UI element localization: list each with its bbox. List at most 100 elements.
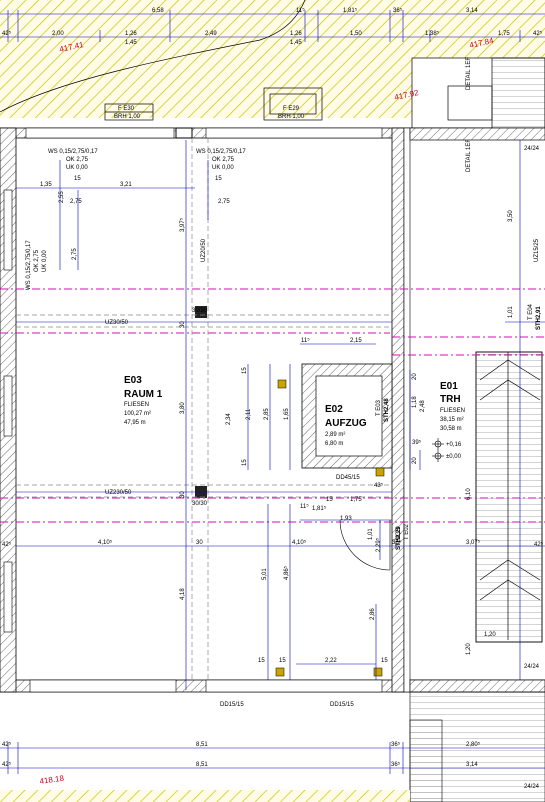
dim-2295: 2,29⁵	[375, 537, 382, 552]
dim-3030b: 30/30	[192, 501, 208, 507]
dim-1815: 1,81⁵	[312, 505, 327, 512]
raum1-area: 100,27 m²	[124, 411, 151, 417]
dim-top-200: 2,00	[52, 31, 64, 37]
dim-410a: 4,10⁵	[98, 539, 113, 546]
dim-30c: 30	[196, 540, 203, 546]
dim-15a: 15	[74, 176, 81, 182]
interior-dimensions	[0, 140, 545, 774]
dim-15b: 15	[215, 176, 222, 182]
dim-610: 6,10	[466, 488, 472, 500]
dim-top-145b: 1,45	[290, 40, 302, 46]
uk-c: UK 0,00	[42, 250, 48, 272]
bdim-2805: 2,80⁵	[466, 741, 481, 748]
ok-c: OK 2,75	[34, 249, 40, 272]
bdim-365a: 36⁵	[391, 741, 401, 748]
beam-uz230: UZ230/50	[105, 490, 132, 496]
dim-top-249: 2,49	[205, 31, 217, 37]
tag-te02: T E02	[404, 523, 410, 540]
raum1-name: RAUM 1	[124, 389, 163, 400]
dim-30a: 30	[180, 321, 186, 328]
dim-120b: 1,20	[484, 632, 496, 638]
dim-top-126b: 1,26	[290, 31, 302, 37]
dim-4865: 4,86⁵	[283, 565, 290, 580]
tag-vgs: VGS	[396, 527, 402, 540]
dim-165: 1,65	[284, 408, 290, 420]
dim-top-126a: 1,26	[125, 31, 137, 37]
dim-321: 3,21	[120, 182, 132, 188]
dim-425a: 42⁵	[2, 541, 12, 548]
aufzug-code: E02	[325, 404, 343, 415]
uk-a: UK 0,00	[66, 165, 88, 171]
dim-15h: 15	[381, 658, 388, 664]
trh-perimeter: 30,58 m	[440, 426, 462, 432]
bdim-425b: 42⁵	[2, 761, 12, 768]
dim-135: 1,35	[40, 182, 52, 188]
ok-b: OK 2,75	[212, 157, 235, 163]
trh-name: TRH	[440, 394, 461, 405]
dd15-b: DD15/15	[330, 702, 354, 708]
dim-15g: 15	[279, 658, 286, 664]
detail-label-1: DETAIL 1EF	[466, 57, 472, 90]
raum1-code: E03	[124, 375, 142, 386]
dim-top-365: 36⁵	[393, 7, 403, 14]
dim-234: 2,34	[226, 413, 232, 425]
tag-te04: T E04	[528, 303, 534, 320]
trh-code: E01	[440, 381, 458, 392]
magenta-lines	[0, 288, 545, 523]
door-swing	[339, 519, 391, 571]
ok-a: OK 2,75	[66, 157, 89, 163]
bdim-851a: 8,51	[196, 742, 208, 748]
dim-24c: 24/24	[524, 784, 540, 790]
dim-222: 2,22	[325, 658, 337, 664]
dim-30b: 30	[180, 491, 186, 498]
dim-350: 3,50	[508, 210, 514, 222]
aufzug-area: 2,89 m²	[325, 432, 345, 438]
trh-structure	[409, 127, 545, 693]
ws-a: WS 0,15/2,75/0,17	[48, 149, 98, 155]
ws-c: WS 0,15/2,75/0,17	[26, 240, 32, 290]
trh-area: 38,15 m²	[440, 417, 464, 423]
dim-15d: 15	[242, 459, 248, 466]
ws-b: WS 0,15/2,75/0,17	[196, 149, 246, 155]
trh-floor: FLIESEN	[440, 408, 465, 414]
dim-top-175: 1,75	[498, 31, 510, 37]
dim-120a: 1,20	[466, 643, 472, 655]
dim-top-1385: 1,38⁵	[425, 30, 440, 37]
dim-275a: 2,75	[70, 199, 82, 205]
window-e29-label: F E29	[283, 106, 300, 112]
dim-285: 2,85	[264, 408, 270, 420]
dim-255: 2,55	[59, 191, 65, 203]
dim-215: 2,15	[350, 338, 362, 344]
dim-24a: 24/24	[524, 146, 540, 152]
dim-top-115: 11⁵	[296, 7, 305, 14]
dim-397: 3,97⁵	[179, 217, 186, 232]
level-41818: 418.18	[39, 774, 65, 786]
level-016: +0,16	[446, 442, 462, 448]
window-e29-brh: BRH 1,00	[278, 114, 305, 120]
dim-11b: 11⁵	[300, 503, 309, 510]
dim-15c: 15	[242, 367, 248, 374]
dim-top-658: 6,58	[152, 8, 164, 14]
dim-15f: 15	[258, 658, 265, 664]
dim-20b: 20	[412, 457, 418, 464]
dim-275b: 2,75	[218, 199, 230, 205]
dim-418: 4,18	[180, 588, 186, 600]
bdim-425a: 42⁵	[2, 741, 12, 748]
dim-395: 39⁵	[412, 439, 422, 446]
window-e30-label: F E30	[118, 106, 135, 112]
dim-top-314: 3,14	[466, 8, 478, 14]
dim-380: 3,80	[180, 402, 186, 414]
dim-top-425b: 42⁵	[533, 30, 543, 37]
dim-24b: 24/24	[524, 664, 540, 670]
dim-425b: 42⁵	[534, 541, 544, 548]
bdim-365b: 36⁵	[391, 761, 401, 768]
bdim-314: 3,14	[466, 762, 478, 768]
beam-uz20: UZ20/50	[201, 238, 207, 262]
detail-label-2: DETAIL 1EF	[466, 139, 472, 172]
bottom-terrain	[0, 790, 410, 802]
aufzug-perimeter: 6,80 m	[325, 441, 343, 447]
dim-101b: 1,01	[508, 306, 514, 318]
dim-3030a: 30/30	[192, 308, 208, 314]
floor-plan: 6,58 11⁵ 1,81⁵ 36⁵ 3,14 42⁵ 2,00 1,26 2,…	[0, 0, 545, 802]
dim-248: 2,48	[420, 400, 426, 412]
